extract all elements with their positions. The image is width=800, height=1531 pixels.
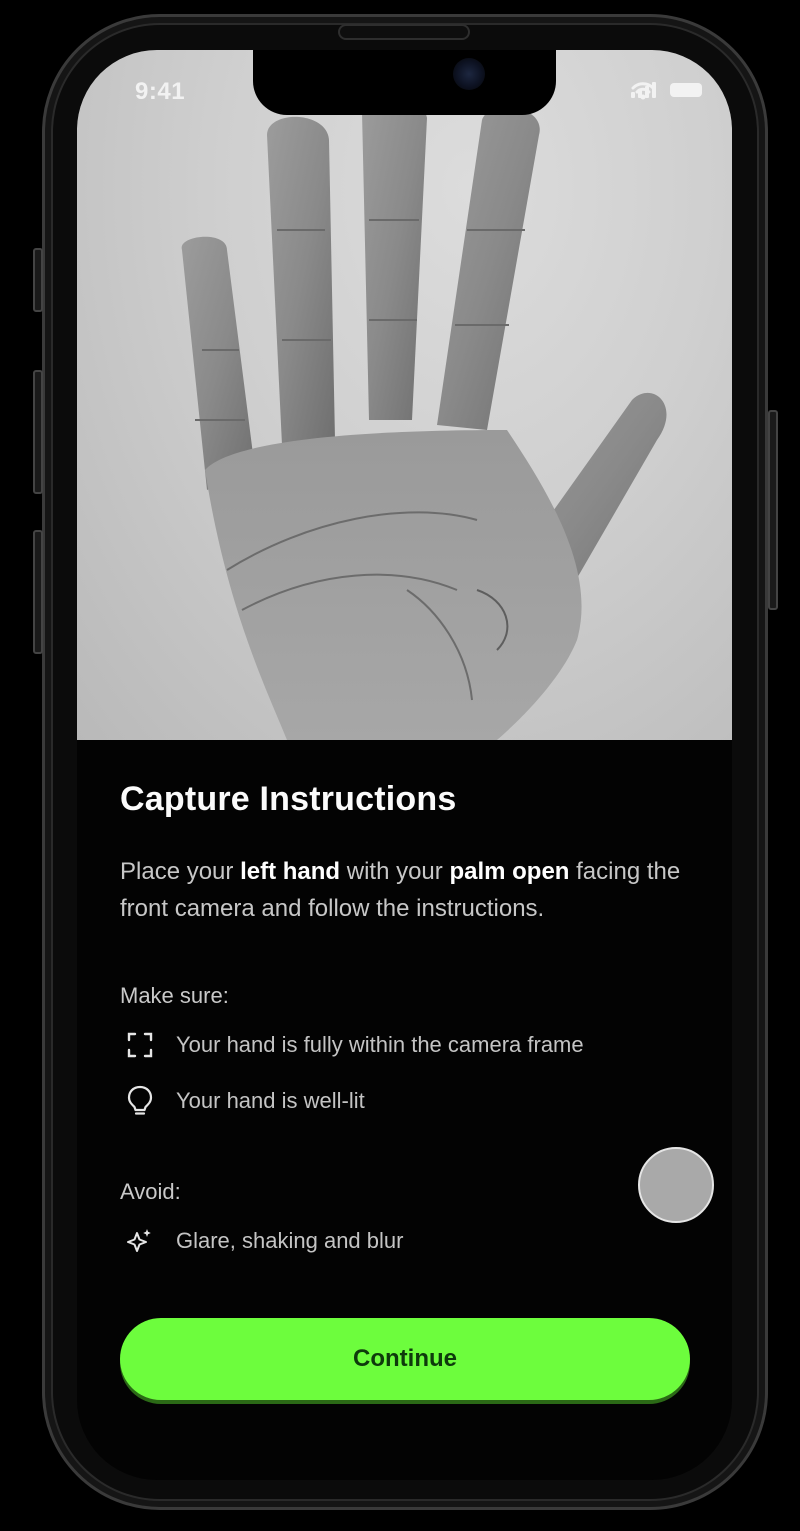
sparkle-icon [120,1227,160,1255]
battery-icon [670,83,702,97]
list-item: Your hand is fully within the camera fra… [120,1027,690,1063]
avoid-item-1: Glare, shaking and blur [176,1228,404,1253]
intro-emphasis-left-hand: left hand [240,858,341,885]
make-sure-label: Make sure: [120,983,229,1008]
continue-button[interactable]: Continue [120,1318,690,1400]
intro-emphasis-palm-open: palm open [449,858,570,885]
mute-switch [33,248,43,312]
phone-screen: 9:41 Capture Instructions Place your lef… [77,50,732,1480]
make-sure-item-1: Your hand is fully within the camera fra… [176,1032,584,1057]
earpiece-speaker [338,24,470,40]
make-sure-item-2: Your hand is well-lit [176,1088,365,1113]
status-time: 9:41 [135,78,186,105]
power-button [768,410,778,610]
intro-part-2: with your [340,858,450,885]
front-camera-icon [453,58,485,90]
volume-up-button [33,370,43,494]
list-item: Glare, shaking and blur [120,1223,690,1259]
intro-text: Place your left hand with your palm open… [120,853,690,927]
instructions-panel: Capture Instructions Place your left han… [120,780,690,1259]
volume-down-button [33,530,43,654]
camera-notch [253,50,556,115]
lightbulb-icon [120,1085,160,1117]
status-icons [631,82,702,100]
frame-corners-icon [120,1032,160,1058]
hand-illustration [181,96,667,740]
hand-photo: 9:41 [77,50,732,740]
page: 9:41 Capture Instructions Place your lef… [0,0,800,1531]
avoid-label: Avoid: [120,1179,181,1204]
wifi-icon [631,82,655,100]
list-item: Your hand is well-lit [120,1083,690,1119]
assistive-touch-button[interactable] [638,1147,714,1223]
intro-part-1: Place your [120,858,241,885]
page-title: Capture Instructions [120,780,457,818]
